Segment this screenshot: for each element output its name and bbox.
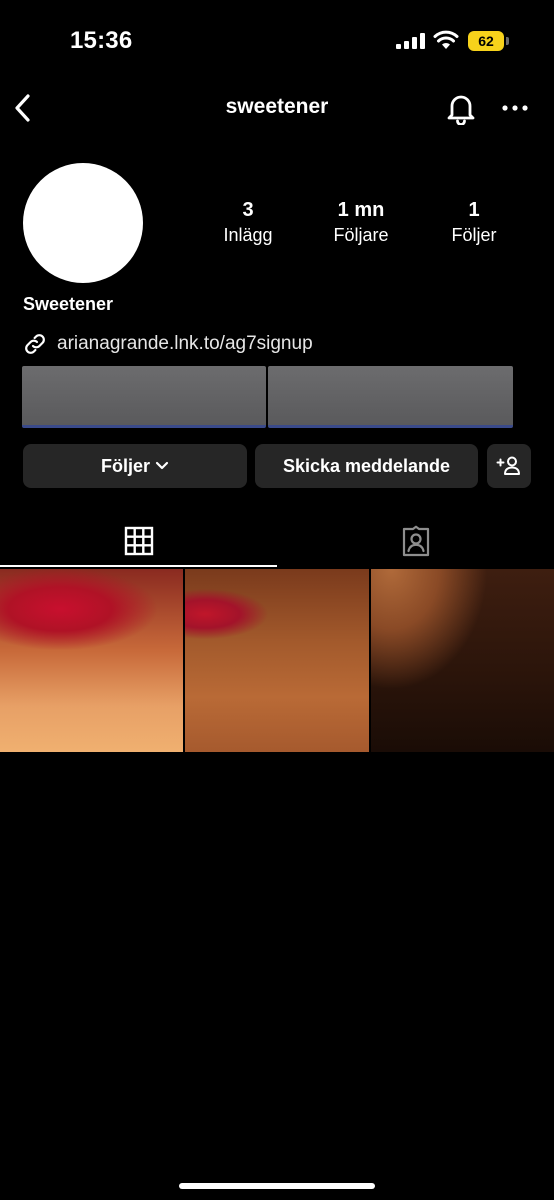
grid-icon	[124, 526, 153, 556]
bio-link[interactable]: arianagrande.lnk.to/ag7signup	[23, 332, 313, 356]
suggest-people-button[interactable]	[487, 444, 531, 488]
stat-following[interactable]: 1 Följer	[419, 198, 529, 248]
post-thumbnail[interactable]	[371, 569, 554, 752]
more-horizontal-icon[interactable]	[498, 94, 532, 122]
profile-avatar[interactable]	[23, 163, 143, 283]
home-indicator[interactable]	[179, 1183, 375, 1189]
following-button[interactable]: Följer	[23, 444, 247, 488]
cellular-signal-icon	[396, 33, 425, 49]
battery-level: 62	[468, 31, 504, 51]
stat-followers-value: 1 mn	[337, 199, 385, 221]
message-button-label: Skicka meddelande	[282, 455, 451, 476]
wifi-icon	[433, 30, 459, 49]
profile-display-name: Sweetener	[23, 294, 114, 314]
stat-following-label: Följer	[451, 225, 497, 245]
posts-grid	[0, 569, 554, 752]
bio-link-text: arianagrande.lnk.to/ag7signup	[57, 333, 313, 354]
stat-posts-value: 3	[242, 199, 254, 221]
following-button-label: Följer	[100, 455, 150, 476]
stat-following-value: 1	[468, 199, 480, 221]
tab-tagged[interactable]	[277, 515, 554, 567]
battery-icon: 62	[468, 31, 510, 51]
redacted-block-left	[22, 366, 266, 428]
status-time: 15:36	[70, 27, 133, 54]
profile-header: sweetener	[0, 80, 554, 136]
message-button[interactable]: Skicka meddelande	[255, 444, 478, 488]
active-tab-indicator	[0, 565, 277, 567]
profile-screen: 15:36 62 sweetener 3 Inlägg 1 mn Följare…	[0, 0, 554, 1200]
link-icon	[25, 334, 45, 354]
tagged-person-icon	[402, 525, 429, 557]
stat-followers-label: Följare	[333, 225, 389, 245]
tab-grid[interactable]	[0, 515, 277, 567]
chevron-down-icon	[155, 461, 169, 470]
stat-posts[interactable]: 3 Inlägg	[193, 198, 303, 248]
bell-icon[interactable]	[444, 89, 478, 125]
stat-posts-label: Inlägg	[223, 225, 273, 245]
status-bar: 15:36 62	[0, 0, 554, 80]
add-person-icon	[496, 456, 520, 475]
post-thumbnail[interactable]	[0, 569, 183, 752]
post-thumbnail[interactable]	[185, 569, 369, 752]
redacted-block-right	[268, 366, 513, 428]
stat-followers[interactable]: 1 mn Följare	[306, 198, 416, 248]
